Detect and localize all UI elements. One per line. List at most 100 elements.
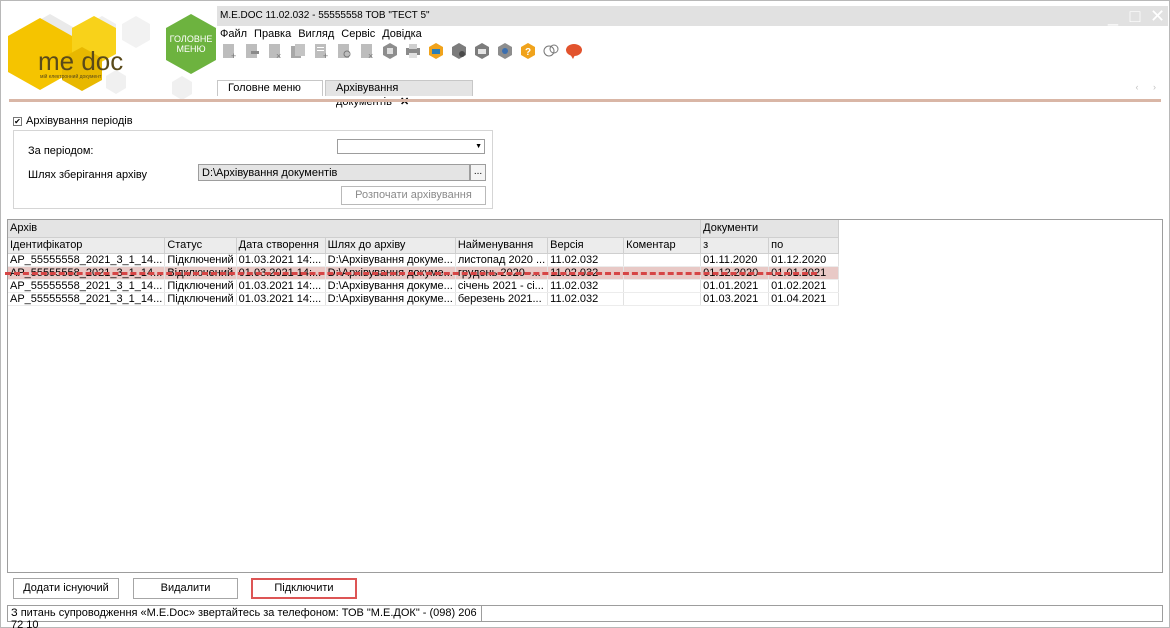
svg-text:?: ? — [525, 47, 531, 58]
maximize-icon[interactable]: □ — [1128, 6, 1142, 26]
cell-name: січень 2021 - сі... — [455, 279, 549, 293]
cell-comment — [623, 292, 702, 306]
chevron-down-icon[interactable]: ▼ — [475, 143, 482, 150]
minimize-icon[interactable]: _ — [1106, 6, 1120, 26]
window-controls: _ □ ✕ — [1106, 6, 1165, 26]
table-row[interactable]: AP_55555558_2021_3_1_14... Підключений 01.… — [8, 279, 840, 293]
col-header-to[interactable]: по — [768, 237, 840, 254]
cell-from: 01.01.2021 — [700, 279, 770, 293]
tab-bar: Головне меню Архівування документів ✕ ‹ › — [217, 80, 1168, 108]
col-header-from[interactable]: з — [700, 237, 770, 254]
cell-path: D:\Архівування докуме... — [325, 253, 456, 267]
add-row-icon[interactable]: + — [312, 42, 330, 60]
archive-periods-toggle[interactable]: ✔ Архівування періодів — [13, 115, 133, 127]
delete-doc-icon[interactable]: × — [266, 42, 284, 60]
title-bar: M.E.DOC 11.02.032 - 55555558 ТОВ "ТЕСТ 5… — [217, 6, 1168, 26]
col-header-comment[interactable]: Коментар — [623, 237, 702, 254]
toolbar: + × + × ? — [220, 42, 583, 60]
svg-text:×: × — [276, 51, 281, 60]
col-header-path[interactable]: Шлях до архіву — [325, 237, 456, 254]
cell-to: 01.04.2021 — [768, 292, 840, 306]
col-header-id[interactable]: Ідентифікатор — [8, 237, 166, 254]
receive-icon[interactable] — [450, 42, 468, 60]
cell-from: 01.11.2020 — [700, 253, 770, 267]
cell-version: 11.02.032 — [547, 279, 625, 293]
archive-periods-label: Архівування періодів — [26, 115, 133, 127]
svg-text:×: × — [368, 51, 373, 60]
archive-grid: Архів Документи Ідентифікатор Статус Дат… — [8, 220, 840, 306]
col-header-version[interactable]: Версія — [547, 237, 625, 254]
cell-version: 11.02.032 — [547, 292, 625, 306]
status-support-text: З питань супроводження «M.E.Doc» звертай… — [8, 606, 482, 628]
print-icon[interactable] — [404, 42, 422, 60]
cell-comment — [623, 253, 702, 267]
tab-main-menu-label: Головне меню — [228, 82, 301, 94]
logo-tagline: мій електронний документ — [40, 74, 102, 80]
logo-brand: me doc — [38, 46, 124, 76]
browse-button[interactable]: ... — [470, 164, 486, 181]
cell-status: Підключений — [164, 292, 237, 306]
cell-version: 11.02.032 — [547, 253, 625, 267]
window-title: M.E.DOC 11.02.032 - 55555558 ТОВ "ТЕСТ 5… — [220, 10, 430, 21]
send-envelope-icon[interactable] — [427, 42, 445, 60]
svg-text:+: + — [323, 51, 328, 60]
main-menu-line2: МЕНЮ — [176, 44, 206, 54]
cell-status: Підключений — [164, 253, 237, 267]
period-select[interactable]: ▼ — [337, 139, 485, 154]
add-existing-button[interactable]: Додати існуючий — [13, 578, 119, 599]
table-row[interactable]: AP_55555558_2021_3_1_14... Підключений 01.… — [8, 253, 840, 267]
archive-box-icon[interactable] — [381, 42, 399, 60]
comment-icon[interactable] — [565, 42, 583, 60]
menu-view[interactable]: Вигляд — [298, 28, 334, 40]
status-bar: З питань супроводження «M.E.Doc» звертай… — [7, 605, 1163, 628]
remove-row-icon[interactable]: × — [358, 42, 376, 60]
archive-settings-panel: За періодом: ▼ Шлях зберігання архіву D:… — [13, 130, 493, 209]
mail-icon[interactable] — [473, 42, 491, 60]
tab-close-icon[interactable]: ✕ — [400, 96, 409, 108]
cell-status: Підключений — [164, 279, 237, 293]
archive-path-input[interactable]: D:\Архівування документів — [198, 164, 470, 181]
cell-name: листопад 2020 ... — [455, 253, 549, 267]
connect-button[interactable]: Підключити — [251, 578, 357, 599]
close-icon[interactable]: ✕ — [1150, 6, 1165, 26]
main-menu-button[interactable]: ГОЛОВНЕ МЕНЮ — [168, 34, 214, 54]
delete-button[interactable]: Видалити — [133, 578, 238, 599]
cell-id: AP_55555558_2021_3_1_14... — [8, 292, 166, 306]
menu-bar: Файл Правка Вигляд Сервіс Довідка — [220, 28, 422, 40]
start-archiving-button[interactable]: Розпочати архівування — [341, 186, 486, 205]
menu-file[interactable]: Файл — [220, 28, 247, 40]
cell-id: AP_55555558_2021_3_1_14... — [8, 279, 166, 293]
menu-edit[interactable]: Правка — [254, 28, 291, 40]
archive-periods-checkbox[interactable]: ✔ — [13, 116, 22, 126]
table-row[interactable]: AP_55555558_2021_3_1_14... Підключений 01.… — [8, 292, 840, 306]
help-icon[interactable]: ? — [519, 42, 537, 60]
period-label: За періодом: — [28, 145, 94, 157]
col-header-status[interactable]: Статус — [164, 237, 237, 254]
view-doc-icon[interactable] — [335, 42, 353, 60]
app-header: me doc мій електронний документ ГОЛОВНЕ … — [2, 2, 1168, 108]
archive-path-label: Шлях зберігання архіву — [28, 169, 147, 181]
cell-name: березень 2021... — [455, 292, 549, 306]
tab-archiving[interactable]: Архівування документів ✕ — [325, 80, 473, 108]
main-menu-line1: ГОЛОВНЕ — [169, 34, 213, 44]
edit-doc-icon[interactable] — [243, 42, 261, 60]
tab-archiving-label: Архівування документів — [336, 82, 399, 108]
selection-dashed-marker — [5, 272, 817, 275]
new-doc-icon[interactable]: + — [220, 42, 238, 60]
chat-icon[interactable] — [542, 42, 560, 60]
cell-path: D:\Архівування докуме... — [325, 279, 456, 293]
menu-help[interactable]: Довідка — [382, 28, 422, 40]
cell-created: 01.03.2021 14:... — [236, 279, 326, 293]
group-header-documents: Документи — [700, 220, 840, 238]
tab-scroll-arrows[interactable]: ‹ › — [1136, 82, 1163, 92]
col-header-created[interactable]: Дата створення — [236, 237, 326, 254]
shield-icon[interactable] — [496, 42, 514, 60]
cell-path: D:\Архівування докуме... — [325, 292, 456, 306]
tab-main-menu[interactable]: Головне меню — [217, 80, 323, 96]
group-header-archive: Архів — [8, 220, 702, 238]
logo-area: me doc мій електронний документ ГОЛОВНЕ … — [2, 2, 217, 100]
cell-id: AP_55555558_2021_3_1_14... — [8, 253, 166, 267]
copy-doc-icon[interactable] — [289, 42, 307, 60]
col-header-name[interactable]: Найменування — [455, 237, 549, 254]
menu-service[interactable]: Сервіс — [341, 28, 375, 40]
